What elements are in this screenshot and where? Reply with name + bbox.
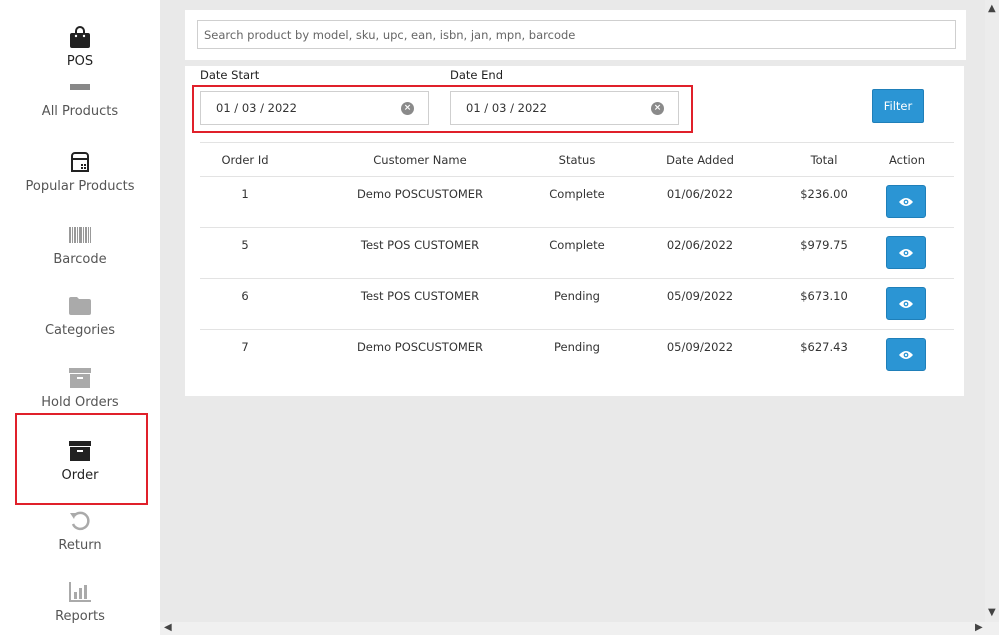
header-order-id: Order Id [221,153,269,167]
cell-date: 01/06/2022 [666,187,734,201]
table-header: Order Id Customer Name Status Date Added… [200,142,954,177]
sidebar-item-popular-products[interactable]: Popular Products [0,149,160,194]
barcode-icon [69,222,91,248]
filter-button[interactable]: Filter [872,89,924,123]
sidebar-item-label: Reports [55,609,105,624]
cell-date: 02/06/2022 [666,238,734,252]
highlight-frame-dates [192,85,693,133]
table-row: 6 Test POS CUSTOMER Pending 05/09/2022 $… [200,279,954,330]
eye-icon [899,299,913,308]
cell-total: $236.00 [800,187,848,201]
cell-customer: Demo POSCUSTOMER [356,340,484,354]
folder-icon [70,84,90,104]
scroll-left-icon[interactable]: ◀ [164,623,172,633]
cell-status: Complete [549,238,605,252]
sidebar-item-label: Barcode [53,252,107,267]
table-row: 5 Test POS CUSTOMER Complete 02/06/2022 … [200,228,954,279]
search-card [185,10,966,60]
date-end-label: Date End [450,68,503,82]
cell-order-id: 6 [241,289,249,303]
sidebar-item-return[interactable]: Return [0,508,160,553]
sidebar-item-label: All Products [41,104,119,119]
cell-date: 05/09/2022 [666,340,734,354]
sidebar-item-categories[interactable]: Categories [0,293,160,338]
cell-date: 05/09/2022 [666,289,734,303]
sidebar-item-all-products[interactable]: All Products [0,84,160,119]
sidebar-item-pos[interactable]: POS [0,24,160,69]
scroll-up-icon[interactable]: ▲ [988,4,996,14]
cell-status: Complete [549,187,605,201]
folder-icon [69,293,91,319]
orders-card: Date Start Date End 01 / 03 / 2022 × 01 … [185,66,964,396]
highlight-frame-order [15,413,148,505]
sidebar-item-label: Hold Orders [41,395,119,410]
sidebar-item-label: Categories [44,323,116,338]
archive-box-icon [69,365,91,391]
view-order-button[interactable] [886,338,926,371]
cell-customer: Demo POSCUSTOMER [356,187,484,201]
eye-icon [899,350,913,359]
sidebar-item-label: POS [66,54,94,69]
shopping-bag-icon [68,24,92,50]
horizontal-scrollbar[interactable]: ◀ ▶ [160,622,999,635]
scroll-right-icon[interactable]: ▶ [975,623,983,633]
cell-total: $627.43 [800,340,848,354]
view-order-button[interactable] [886,185,926,218]
sidebar-item-reports[interactable]: Reports [0,579,160,624]
header-status: Status [558,153,596,167]
header-customer-name: Customer Name [373,153,467,167]
table-row: 7 Demo POSCUSTOMER Pending 05/09/2022 $6… [200,330,954,381]
sidebar-item-hold-orders[interactable]: Hold Orders [0,365,160,410]
cell-order-id: 7 [241,340,249,354]
cell-customer: Test POS CUSTOMER [360,238,480,252]
vertical-scrollbar[interactable]: ▲ ▼ [985,0,999,622]
cell-status: Pending [554,289,600,303]
undo-icon [69,508,91,534]
sidebar-item-barcode[interactable]: Barcode [0,222,160,267]
scroll-down-icon[interactable]: ▼ [988,608,996,618]
sidebar-item-label: Popular Products [25,179,135,194]
view-order-button[interactable] [886,287,926,320]
cell-order-id: 5 [241,238,249,252]
table-row: 1 Demo POSCUSTOMER Complete 01/06/2022 $… [200,177,954,228]
header-action: Action [888,153,926,167]
cell-total: $673.10 [800,289,848,303]
date-start-label: Date Start [200,68,260,82]
sidebar-item-label: Return [58,538,102,553]
cell-status: Pending [554,340,600,354]
eye-icon [899,197,913,206]
search-input[interactable] [197,20,956,49]
view-order-button[interactable] [886,236,926,269]
bar-chart-icon [69,579,91,605]
header-date-added: Date Added [666,153,734,167]
eye-icon [899,248,913,257]
header-total: Total [810,153,838,167]
cell-order-id: 1 [241,187,249,201]
cash-register-icon [68,149,92,175]
sidebar: POS All Products Popular Products Barcod… [0,0,160,635]
cell-customer: Test POS CUSTOMER [360,289,480,303]
cell-total: $979.75 [800,238,848,252]
